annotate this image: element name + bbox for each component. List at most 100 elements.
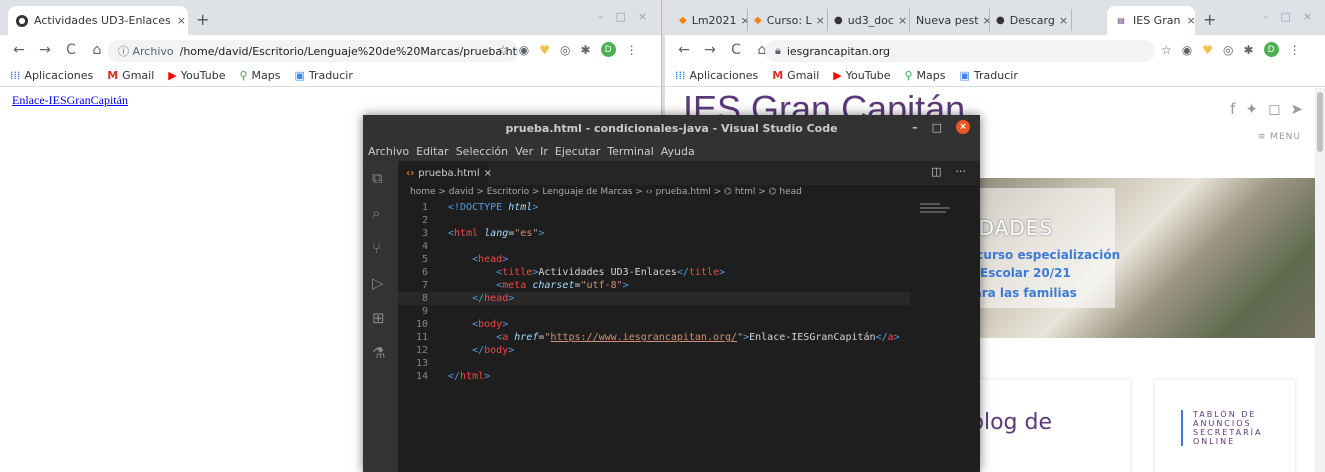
- bookmark-maps[interactable]: ⚲ Maps: [239, 69, 280, 82]
- forward-icon[interactable]: →: [39, 42, 51, 58]
- tab-ud3-doc[interactable]: ● ud3_doc ×: [828, 9, 910, 31]
- new-tab-button[interactable]: +: [1203, 10, 1216, 29]
- sync-icon[interactable]: ◎: [560, 43, 570, 57]
- bookmark-youtube[interactable]: ▶ YouTube: [168, 69, 225, 82]
- bookmark-star-icon[interactable]: ☆: [1161, 43, 1172, 57]
- reload-icon[interactable]: C: [730, 42, 742, 58]
- code-line[interactable]: 2: [398, 214, 910, 227]
- menu-item-archivo[interactable]: Archivo: [368, 145, 409, 158]
- tablon-anuncios[interactable]: TABLÓN DE ANUNCIOS SECRETARÍA ONLINE: [1181, 410, 1262, 446]
- bookmark-apps[interactable]: ⁞⁞⁞ Aplicaciones: [675, 69, 758, 82]
- bookmark-gmail[interactable]: M Gmail: [772, 69, 819, 82]
- hero-link-familias[interactable]: para las familias: [965, 286, 1077, 300]
- source-control-icon[interactable]: ⑂: [372, 239, 381, 257]
- code-line[interactable]: 7 <meta charset="utf-8">: [398, 279, 910, 292]
- extension-icon[interactable]: ◉: [519, 43, 529, 57]
- home-icon[interactable]: ⌂: [91, 42, 103, 58]
- window-controls[interactable]: –□×: [598, 10, 659, 23]
- tab-descargas[interactable]: ● Descarg ×: [990, 9, 1072, 31]
- instagram-icon[interactable]: ◻: [1268, 100, 1280, 118]
- code-line[interactable]: 11 <a href="https://www.iesgrancapitan.o…: [398, 331, 910, 344]
- bookmark-gmail[interactable]: M Gmail: [107, 69, 154, 82]
- hero-link-curso[interactable]: s curso especialización: [965, 248, 1120, 262]
- address-bar[interactable]: 🔒︎ iesgrancapitan.org: [765, 40, 1155, 62]
- avatar[interactable]: D: [600, 42, 616, 57]
- hero-link-escolar[interactable]: Escolar 20/21: [980, 266, 1071, 280]
- code-line[interactable]: 10 <body>: [398, 318, 910, 331]
- menu-item-ver[interactable]: Ver: [515, 145, 533, 158]
- code-line[interactable]: 13: [398, 357, 910, 370]
- tab-curso[interactable]: ◆ Curso: L ×: [748, 9, 828, 31]
- close-tab-icon[interactable]: ×: [484, 168, 492, 179]
- code-line[interactable]: 8 </head>: [398, 292, 910, 305]
- puzzle-icon[interactable]: ✱: [1244, 43, 1254, 57]
- menu-item-selección[interactable]: Selección: [456, 145, 508, 158]
- tab-prueba-html[interactable]: ‹› prueba.html ×: [398, 161, 492, 185]
- code-line[interactable]: 14 </html>: [398, 370, 910, 383]
- explorer-icon[interactable]: ⧉: [372, 169, 383, 187]
- extension-icon[interactable]: ◉: [1182, 43, 1192, 57]
- menu-dots-icon[interactable]: ⋮: [626, 43, 638, 57]
- bookmark-translate[interactable]: ▣ Traducir: [959, 69, 1017, 82]
- address-bar[interactable]: ⓘ Archivo /home/david/Escritorio/Lenguaj…: [108, 40, 518, 62]
- more-actions-icon[interactable]: ···: [956, 165, 967, 178]
- sync-icon[interactable]: ◎: [1223, 43, 1233, 57]
- bookmark-maps[interactable]: ⚲ Maps: [904, 69, 945, 82]
- close-tab-icon[interactable]: ×: [979, 14, 989, 27]
- menu-dots-icon[interactable]: ⋮: [1289, 43, 1301, 57]
- close-tab-icon[interactable]: ×: [737, 14, 747, 27]
- minimize-icon[interactable]: –: [912, 121, 918, 134]
- code-line[interactable]: 1 <!DOCTYPE html>: [398, 201, 910, 214]
- scrollbar-thumb[interactable]: [1317, 92, 1323, 152]
- testing-flask-icon[interactable]: ⚗: [372, 344, 385, 362]
- menu-item-ir[interactable]: Ir: [540, 145, 548, 158]
- close-tab-icon[interactable]: ×: [812, 14, 825, 27]
- code-editor[interactable]: 1 <!DOCTYPE html> 2 3 <html lang="es"> 4 5 <he…: [398, 201, 910, 472]
- menu-item-editar[interactable]: Editar: [416, 145, 449, 158]
- close-icon[interactable]: ×: [956, 120, 970, 134]
- code-line[interactable]: 3 <html lang="es">: [398, 227, 910, 240]
- close-tab-icon[interactable]: ×: [894, 14, 907, 27]
- facebook-icon[interactable]: f: [1230, 100, 1235, 118]
- run-debug-icon[interactable]: ▷: [372, 274, 384, 292]
- back-icon[interactable]: ←: [13, 42, 25, 58]
- shield-icon[interactable]: ♥: [1202, 43, 1213, 57]
- telegram-icon[interactable]: ➤: [1290, 100, 1303, 118]
- code-line[interactable]: 4: [398, 240, 910, 253]
- avatar[interactable]: D: [1263, 42, 1279, 57]
- bookmark-star-icon[interactable]: ☆: [498, 43, 509, 57]
- bookmark-translate[interactable]: ▣ Traducir: [294, 69, 352, 82]
- close-tab-icon[interactable]: ×: [1055, 14, 1068, 27]
- split-editor-icon[interactable]: ◫: [931, 165, 941, 178]
- code-line[interactable]: 5 <head>: [398, 253, 910, 266]
- tab-lm2021[interactable]: ◆Lm2021×: [673, 9, 748, 31]
- tab-nueva[interactable]: Nueva pest×: [910, 9, 990, 31]
- page-link-iesgrancapitan[interactable]: Enlace-IESGranCapitán: [12, 93, 128, 108]
- close-tab-icon[interactable]: ×: [171, 14, 186, 27]
- window-controls[interactable]: –□×: [1263, 10, 1324, 23]
- extensions-icon[interactable]: ⊞: [372, 309, 385, 327]
- menu-button[interactable]: ≡ MENU: [1258, 132, 1301, 142]
- minimap[interactable]: [920, 201, 960, 221]
- code-line[interactable]: 9: [398, 305, 910, 318]
- page-scrollbar[interactable]: [1315, 88, 1325, 472]
- code-line[interactable]: 6 <title>Actividades UD3-Enlaces</title>: [398, 266, 910, 279]
- close-tab-icon[interactable]: ×: [1180, 14, 1195, 27]
- bookmark-apps[interactable]: ⁞⁞⁞ Aplicaciones: [10, 69, 93, 82]
- tab-ies-gran[interactable]: ▤ IES Gran ×: [1107, 6, 1195, 35]
- maximize-icon[interactable]: □: [932, 121, 942, 134]
- twitter-icon[interactable]: ✦: [1245, 100, 1258, 118]
- menu-item-terminal[interactable]: Terminal: [607, 145, 654, 158]
- breadcrumb[interactable]: home > david > Escritorio > Lenguaje de …: [410, 187, 802, 197]
- menu-item-ejecutar[interactable]: Ejecutar: [555, 145, 600, 158]
- bookmark-youtube[interactable]: ▶ YouTube: [833, 69, 890, 82]
- new-tab-button[interactable]: +: [196, 10, 209, 29]
- blog-card-text[interactable]: blog de: [970, 410, 1052, 435]
- shield-icon[interactable]: ♥: [539, 43, 550, 57]
- back-icon[interactable]: ←: [678, 42, 690, 58]
- reload-icon[interactable]: C: [65, 42, 77, 58]
- forward-icon[interactable]: →: [704, 42, 716, 58]
- puzzle-icon[interactable]: ✱: [581, 43, 591, 57]
- tab-actividades[interactable]: ● Actividades UD3-Enlaces ×: [8, 6, 188, 35]
- menu-item-ayuda[interactable]: Ayuda: [661, 145, 695, 158]
